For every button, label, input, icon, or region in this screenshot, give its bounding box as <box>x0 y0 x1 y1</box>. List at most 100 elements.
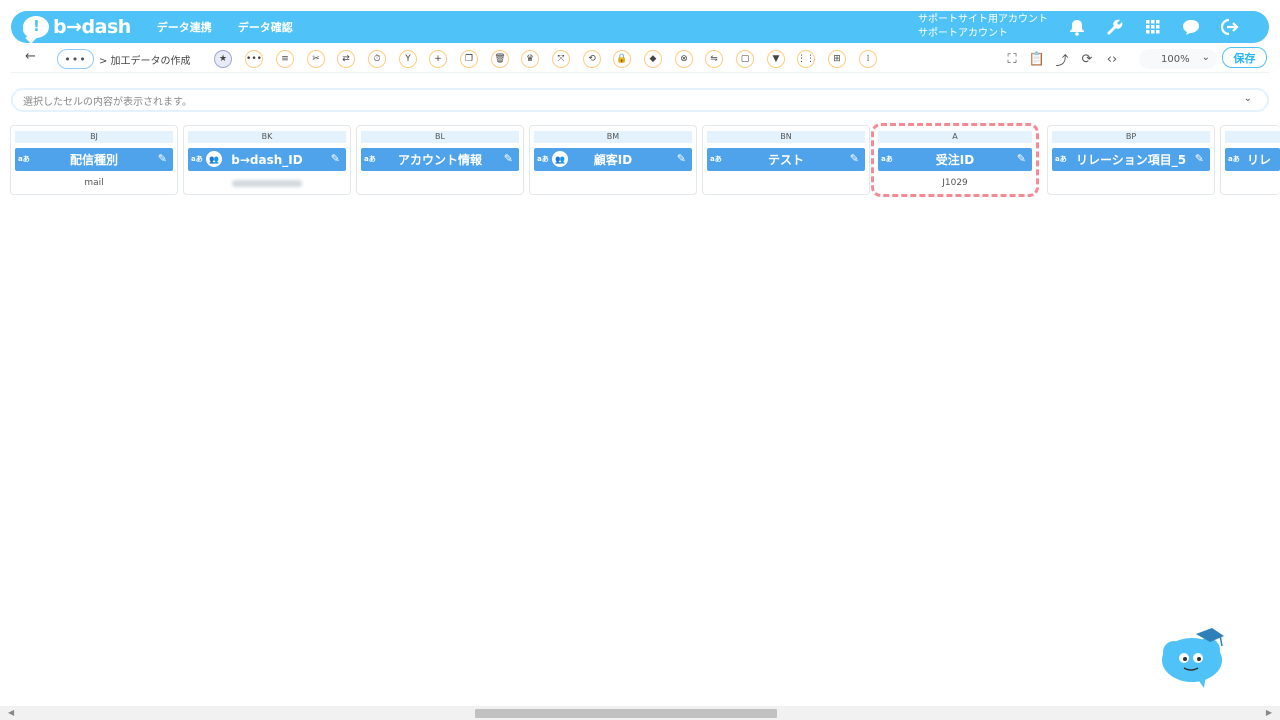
text-type-icon: aあ <box>364 155 376 163</box>
column-letter: BL <box>361 131 519 143</box>
people-icon: 👥 <box>552 151 568 167</box>
column-header[interactable]: aあ 👥 b→dash_ID ✎ <box>188 148 346 171</box>
column-header[interactable]: aあ リレ <box>1225 148 1280 171</box>
bell-icon[interactable] <box>1065 15 1089 39</box>
column-header[interactable]: aあ 👥 顧客ID ✎ <box>534 148 692 171</box>
cell-value-blurred[interactable] <box>188 178 346 190</box>
column-card-highlighted[interactable]: A aあ 受注ID ✎ J1029 <box>871 123 1039 197</box>
save-button[interactable]: 保存 <box>1222 47 1267 68</box>
column-name: テスト <box>767 153 804 167</box>
timer-icon[interactable]: ⏱ <box>368 50 386 68</box>
column-header[interactable]: aあ 配信種別 ✎ <box>15 148 173 171</box>
pivot-icon[interactable]: ⋮⋮ <box>797 50 815 68</box>
history-icon[interactable]: ⟳ <box>1078 50 1096 68</box>
plus-icon[interactable]: + <box>429 50 447 68</box>
column-letter: BN <box>707 131 865 143</box>
column-card-partial[interactable]: aあ リレ <box>1220 125 1280 195</box>
crown-icon[interactable]: ♛ <box>521 50 539 68</box>
list-icon[interactable]: ≡ <box>276 50 294 68</box>
column-name: 顧客ID <box>593 153 633 167</box>
clipboard-icon[interactable]: 📋 <box>1028 50 1046 68</box>
column-name: b→dash_ID <box>231 152 303 167</box>
pencil-icon[interactable]: ✎ <box>850 152 859 165</box>
logo-text: b→dash <box>53 16 131 38</box>
column-card[interactable]: BL aあ アカウント情報 ✎ <box>356 125 524 195</box>
column-letter: BJ <box>15 131 173 143</box>
column-header[interactable]: aあ テスト ✎ <box>707 148 865 171</box>
column-card[interactable]: BP aあ リレーション項目_5 ✎ <box>1047 125 1215 195</box>
text-type-icon: aあ <box>1055 155 1067 163</box>
cell-value[interactable]: J1029 <box>878 178 1032 188</box>
pencil-icon[interactable]: ✎ <box>158 152 167 165</box>
logo-bubble-icon: ! <box>23 16 49 38</box>
blurred-text <box>232 180 302 187</box>
pencil-icon[interactable]: ✎ <box>504 152 513 165</box>
horizontal-scrollbar[interactable]: ◀ ▶ <box>0 706 1280 720</box>
chevron-down-icon[interactable]: ⌄ <box>1244 93 1252 104</box>
logo[interactable]: ! b→dash <box>23 16 131 38</box>
scroll-left-icon[interactable]: ◀ <box>8 708 14 717</box>
column-card[interactable]: BN aあ テスト ✎ <box>702 125 870 195</box>
cell-content-placeholder: 選択したセルの内容が表示されます。 <box>23 96 192 108</box>
columns-icon[interactable]: ⁞ <box>859 50 877 68</box>
expand-icon[interactable]: ⤧ <box>552 50 570 68</box>
column-letter: BP <box>1052 131 1210 143</box>
editor-toolbar: ← ••• > 加工データの作成 ★ ••• ≡ ✂ ⇄ ⏱ Y + ❐ 🗑 ♛… <box>11 45 1269 73</box>
column-letter: BM <box>534 131 692 143</box>
people-icon: 👥 <box>206 151 222 167</box>
column-letter: BK <box>188 131 346 143</box>
share-icon[interactable]: ⤴ <box>1053 50 1071 69</box>
column-name: 受注ID <box>935 153 975 167</box>
copy-icon[interactable]: ❐ <box>460 50 478 68</box>
swap-icon[interactable]: ⇋ <box>705 50 723 68</box>
grid-icon[interactable]: ⊞ <box>828 50 846 68</box>
cancel-circle-icon[interactable]: ⊗ <box>675 50 693 68</box>
more-menu-button[interactable]: ••• <box>57 49 94 69</box>
mascot-helper-icon[interactable] <box>1160 626 1228 688</box>
filter-icon[interactable]: ▼ <box>767 50 785 68</box>
account-info[interactable]: サポートサイト用アカウント サポートアカウント <box>918 13 1048 41</box>
trash-icon[interactable]: 🗑 <box>491 50 509 68</box>
logout-icon[interactable] <box>1218 15 1242 39</box>
nav-data-link[interactable]: データ連携 <box>157 19 212 35</box>
nav-data-check[interactable]: データ確認 <box>238 19 293 35</box>
column-card[interactable]: BK aあ 👥 b→dash_ID ✎ <box>183 125 351 195</box>
text-type-icon: aあ <box>1228 155 1240 163</box>
star-icon[interactable]: ★ <box>214 50 232 68</box>
loop-icon[interactable]: ⟲ <box>583 50 601 68</box>
lock-icon[interactable]: 🔒 <box>613 50 631 68</box>
box-icon[interactable]: ◆ <box>644 50 662 68</box>
pencil-icon[interactable]: ✎ <box>1017 152 1026 165</box>
text-type-icon: aあ <box>537 155 549 163</box>
column-card[interactable]: BJ aあ 配信種別 ✎ mail <box>10 125 178 195</box>
text-type-icon: aあ <box>710 155 722 163</box>
text-type-icon: aあ <box>191 155 203 163</box>
square-icon[interactable]: ▢ <box>736 50 754 68</box>
convert-icon[interactable]: ⇄ <box>337 50 355 68</box>
column-header[interactable]: aあ 受注ID ✎ <box>878 148 1032 171</box>
pencil-icon[interactable]: ✎ <box>331 152 340 165</box>
tools-icon[interactable]: ✂ <box>307 50 325 68</box>
code-icon[interactable]: ‹› <box>1103 50 1121 68</box>
wrench-icon[interactable] <box>1103 15 1127 39</box>
branch-icon[interactable]: Y <box>399 50 417 68</box>
column-header[interactable]: aあ リレーション項目_5 ✎ <box>1052 148 1210 171</box>
dots-icon[interactable]: ••• <box>245 50 263 68</box>
column-card[interactable]: BM aあ 👥 顧客ID ✎ <box>529 125 697 195</box>
zoom-select[interactable]: 100% ⌄ <box>1139 49 1217 69</box>
pencil-icon[interactable]: ✎ <box>1195 152 1204 165</box>
column-name: 配信種別 <box>69 153 118 167</box>
scrollbar-thumb[interactable] <box>475 709 777 718</box>
text-type-icon: aあ <box>18 155 30 163</box>
cell-content-bar[interactable]: 選択したセルの内容が表示されます。 ⌄ <box>11 88 1269 112</box>
column-name: リレ <box>1247 153 1272 167</box>
pencil-icon[interactable]: ✎ <box>677 152 686 165</box>
scroll-right-icon[interactable]: ▶ <box>1266 708 1272 717</box>
fullscreen-icon[interactable]: ⛶ <box>1003 50 1021 68</box>
cell-value[interactable]: mail <box>15 178 173 188</box>
back-arrow-icon[interactable]: ← <box>25 49 36 64</box>
breadcrumb: > 加工データの作成 <box>99 56 191 67</box>
chat-support-icon[interactable] <box>1179 15 1203 39</box>
column-header[interactable]: aあ アカウント情報 ✎ <box>361 148 519 171</box>
apps-grid-icon[interactable] <box>1141 15 1165 39</box>
